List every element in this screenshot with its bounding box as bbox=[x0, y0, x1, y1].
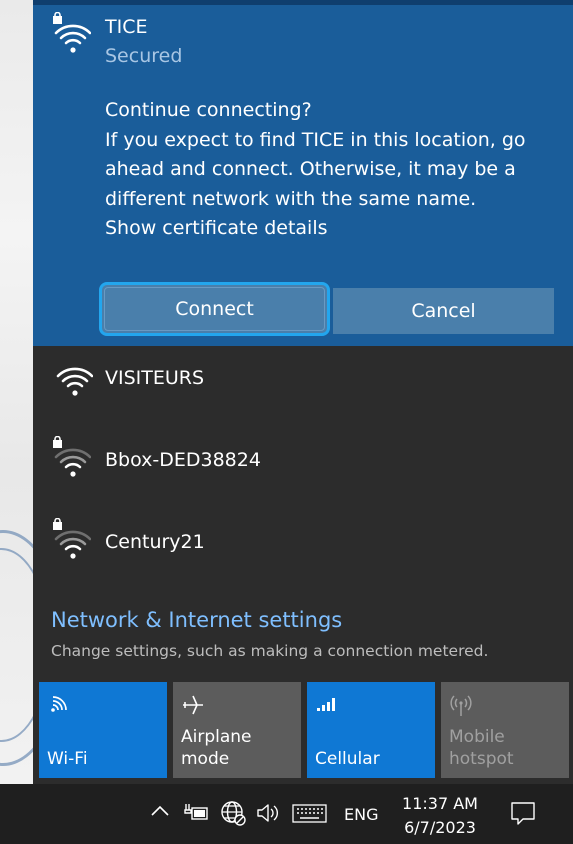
network-settings-description: Change settings, such as making a connec… bbox=[51, 642, 489, 660]
network-name: Century21 bbox=[105, 531, 205, 553]
selected-network-panel[interactable]: TICE Secured Continue connecting? If you… bbox=[33, 0, 573, 346]
cellular-tile[interactable]: Cellular bbox=[307, 682, 435, 778]
connect-button[interactable]: Connect bbox=[99, 282, 330, 336]
network-item-bbox[interactable]: Bbox-DED38824 bbox=[33, 428, 573, 510]
taskbar-clock[interactable]: 11:37 AM 6/7/2023 bbox=[400, 792, 480, 840]
tile-label: Cellular bbox=[315, 749, 380, 769]
network-item-century21[interactable]: Century21 bbox=[33, 510, 573, 592]
action-center-notification-icon[interactable] bbox=[510, 800, 536, 832]
network-name: TICE bbox=[105, 16, 148, 38]
message-line: different network with the same name. bbox=[105, 187, 477, 210]
wifi-icon bbox=[47, 694, 69, 719]
volume-icon[interactable] bbox=[256, 802, 282, 828]
network-flyout: TICE Secured Continue connecting? If you… bbox=[33, 0, 573, 784]
tile-label: Mobile hotspot bbox=[449, 727, 514, 769]
tile-label: Airplane mode bbox=[181, 727, 252, 769]
tile-label: Wi-Fi bbox=[47, 749, 88, 769]
message-line: If you expect to find TICE in this locat… bbox=[105, 128, 526, 151]
battery-plug-icon[interactable] bbox=[184, 802, 210, 828]
connection-message: Continue connecting? If you expect to fi… bbox=[105, 96, 545, 244]
secured-wifi-icon bbox=[51, 12, 91, 53]
input-language-indicator[interactable]: ENG bbox=[344, 805, 378, 824]
show-hidden-icons-chevron-up-icon[interactable] bbox=[150, 802, 170, 821]
airplane-mode-tile[interactable]: Airplane mode bbox=[173, 682, 301, 778]
message-line: ahead and connect. Otherwise, it may be … bbox=[105, 158, 516, 180]
cancel-button-label: Cancel bbox=[411, 300, 476, 322]
touch-keyboard-icon[interactable] bbox=[292, 804, 328, 828]
cancel-button[interactable]: Cancel bbox=[333, 288, 554, 334]
secured-wifi-icon bbox=[51, 436, 91, 477]
connect-button-label: Connect bbox=[175, 298, 254, 320]
clock-time: 11:37 AM bbox=[402, 794, 478, 813]
network-globe-icon[interactable] bbox=[220, 800, 248, 832]
wifi-toggle-tile[interactable]: Wi-Fi bbox=[39, 682, 167, 778]
hotspot-icon bbox=[449, 694, 473, 723]
mobile-hotspot-tile[interactable]: Mobile hotspot bbox=[441, 682, 569, 778]
network-item-visiteurs[interactable]: VISITEURS bbox=[33, 346, 573, 428]
show-certificate-link[interactable]: Show certificate details bbox=[105, 214, 545, 244]
airplane-icon bbox=[181, 694, 205, 721]
network-name: VISITEURS bbox=[105, 367, 205, 389]
secured-wifi-icon bbox=[51, 518, 91, 559]
wifi-icon bbox=[53, 360, 93, 396]
taskbar: ENG 11:37 AM 6/7/2023 bbox=[0, 784, 573, 844]
network-settings-link[interactable]: Network & Internet settings bbox=[51, 608, 342, 632]
cellular-icon bbox=[315, 694, 339, 719]
network-status: Secured bbox=[105, 45, 183, 67]
message-line: Continue connecting? bbox=[105, 99, 312, 121]
network-name: Bbox-DED38824 bbox=[105, 449, 261, 471]
clock-date: 6/7/2023 bbox=[404, 818, 476, 837]
